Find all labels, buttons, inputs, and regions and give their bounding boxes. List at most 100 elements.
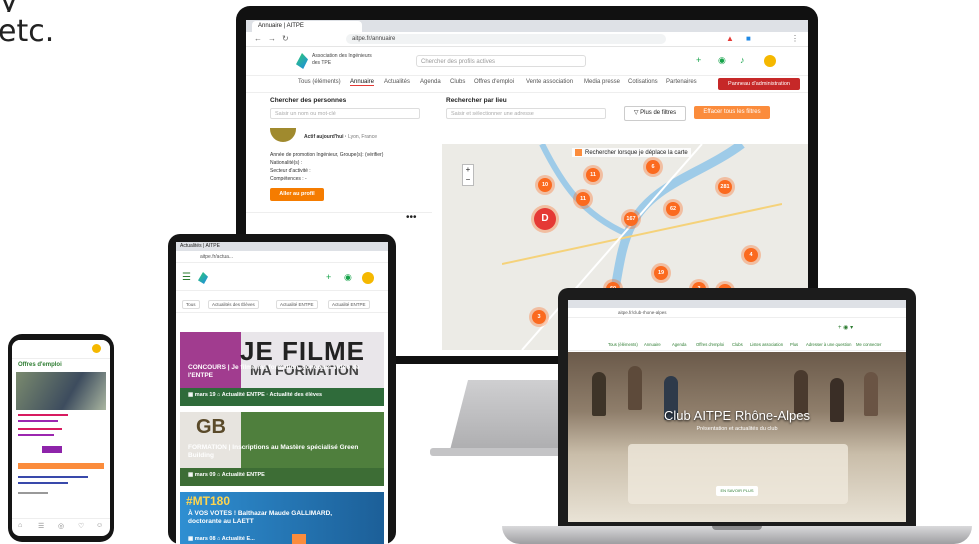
- extension-icon-2[interactable]: ■: [746, 32, 751, 46]
- heart-icon[interactable]: ♡: [78, 522, 84, 530]
- extension-icon[interactable]: ▲: [726, 32, 734, 46]
- location-icon[interactable]: ◉: [718, 55, 726, 66]
- job-item-line[interactable]: [18, 476, 88, 478]
- header-icons[interactable]: + ◉ ▾: [838, 324, 853, 331]
- phone-action-bar[interactable]: [18, 463, 104, 469]
- menu-item[interactable]: Clubs: [732, 342, 743, 347]
- menu-item[interactable]: Listes association: [750, 342, 783, 347]
- tablet-screen: Actualités | AITPE aitpe.fr/actua... ☰ +…: [176, 242, 388, 544]
- menu-item[interactable]: Annuaire: [644, 342, 661, 347]
- jobs-image: [16, 372, 106, 410]
- menu-item[interactable]: Partenaires: [666, 79, 697, 85]
- zoom-control[interactable]: + −: [462, 164, 474, 186]
- news-card[interactable]: JE FILME MA FORMATION CONCOURS | Je film…: [180, 332, 384, 406]
- avatar[interactable]: [764, 55, 776, 67]
- browser-tab-bar: Annuaire | AITPE: [246, 20, 808, 32]
- profile-icon[interactable]: ☺: [96, 522, 103, 529]
- news-tags: Actualité ENTPE · Actualité des élèves: [221, 392, 323, 398]
- menu-item[interactable]: Tous (éléments): [608, 342, 638, 347]
- map-cluster[interactable]: 11: [586, 168, 600, 182]
- news-card[interactable]: #MT180 À VOS VOTES ! Balthazar Maude GAL…: [180, 492, 384, 544]
- people-search-input[interactable]: Saisir un nom ou mot-clé: [270, 108, 420, 119]
- menu-item[interactable]: Agenda: [672, 342, 686, 347]
- scroll-to-top-button[interactable]: [292, 534, 306, 544]
- filter-chip[interactable]: Actualité ENTPE: [328, 300, 370, 309]
- news-title[interactable]: FORMATION | Inscriptions au Mastère spéc…: [188, 444, 363, 460]
- hamburger-icon[interactable]: ☰: [182, 272, 191, 283]
- map-cluster[interactable]: 6: [646, 160, 660, 174]
- url-field[interactable]: aitpe.fr/annuaire: [346, 34, 666, 44]
- menu-item[interactable]: Media presse: [584, 79, 620, 85]
- avatar[interactable]: [92, 344, 101, 353]
- menu-item[interactable]: Actualités: [384, 79, 410, 85]
- club-hero-image: [568, 352, 906, 522]
- avatar[interactable]: [362, 272, 374, 284]
- forward-icon[interactable]: →: [268, 32, 276, 46]
- map-cluster[interactable]: 4: [744, 248, 758, 262]
- phone-filter-button[interactable]: [42, 446, 62, 453]
- job-link-line[interactable]: [18, 434, 54, 436]
- news-title[interactable]: À VOS VOTES ! Balthazar Maude GALLIMARD,…: [188, 510, 363, 526]
- more-options-icon[interactable]: •••: [406, 212, 417, 223]
- menu-item[interactable]: Adresser à une question: [806, 342, 851, 347]
- aitpe-logo[interactable]: [198, 272, 208, 284]
- bell-icon[interactable]: ◉: [344, 272, 352, 283]
- phone-screen: Offres d'emploi ⌂ ☰ ◎ ♡ ☺: [12, 340, 110, 536]
- location-icon[interactable]: ◎: [58, 522, 64, 530]
- more-filters-button[interactable]: ▽ Plus de filtres: [624, 106, 686, 121]
- menu-item-annuaire[interactable]: Annuaire: [350, 79, 375, 86]
- search-on-move-checkbox[interactable]: Rechercher lorsque je déplace la carte: [572, 148, 691, 158]
- menu-item[interactable]: Clubs: [450, 79, 465, 85]
- news-date: mars 09: [194, 472, 216, 478]
- filter-chip[interactable]: Actualité ENTPE: [276, 300, 318, 309]
- news-meta: ▦ mars 09 ⌂ Actualité ENTPE: [188, 472, 265, 478]
- clear-filters-button[interactable]: Effacer tous les filtres: [694, 106, 770, 119]
- map-cluster[interactable]: 62: [666, 202, 680, 216]
- map-cluster[interactable]: 167: [624, 212, 638, 226]
- menu-item[interactable]: Vente association: [526, 79, 573, 85]
- menu-dots-icon[interactable]: ⋮: [791, 32, 799, 46]
- menu-item[interactable]: Tous (éléments): [298, 79, 341, 85]
- laptop-url-field[interactable]: aitpe.fr/club-rhone-alpes: [568, 308, 906, 318]
- menu-item[interactable]: Agenda: [420, 79, 441, 85]
- map-cluster[interactable]: 3: [532, 310, 546, 324]
- go-to-profile-button[interactable]: Aller au profil: [270, 188, 324, 201]
- map-cluster[interactable]: 281: [718, 180, 732, 194]
- admin-panel-button[interactable]: Panneau d'administration: [718, 78, 800, 90]
- reload-icon[interactable]: ↻: [282, 32, 289, 46]
- job-link-line[interactable]: [18, 428, 62, 430]
- map-cluster[interactable]: 19: [654, 266, 668, 280]
- menu-item[interactable]: Plus: [790, 342, 798, 347]
- map-cluster-selected[interactable]: D: [534, 208, 556, 230]
- news-card[interactable]: GB FORMATION | Inscriptions au Mastère s…: [180, 412, 384, 486]
- job-link-line[interactable]: [18, 420, 58, 422]
- map-cluster[interactable]: 11: [576, 192, 590, 206]
- list-icon[interactable]: ☰: [38, 522, 44, 530]
- learn-more-button[interactable]: EN SAVOIR PLUS: [716, 486, 758, 496]
- intro-line-2: etc.: [0, 14, 55, 49]
- search-input[interactable]: Chercher des profils actives: [416, 55, 586, 67]
- map-cluster[interactable]: 10: [538, 178, 552, 192]
- menu-item[interactable]: Me connecter: [856, 342, 881, 347]
- browser-tab[interactable]: Annuaire | AITPE: [252, 21, 362, 32]
- filter-chip[interactable]: Actualités des Élèves: [208, 300, 259, 309]
- home-icon[interactable]: ⌂: [18, 522, 22, 529]
- back-icon[interactable]: ←: [254, 32, 262, 46]
- profile-promo: Année de promotion Ingénieur, Groupe(s):…: [270, 152, 384, 158]
- aitpe-logo[interactable]: [296, 53, 308, 69]
- menu-item[interactable]: Cotisations: [628, 79, 658, 85]
- news-title[interactable]: CONCOURS | Je filme ma formation, concou…: [188, 364, 363, 380]
- add-icon[interactable]: +: [326, 272, 331, 282]
- job-item-line[interactable]: [18, 482, 68, 484]
- browser-address-bar: ← → ↻ aitpe.fr/annuaire ▲ ■ ⋮: [246, 32, 808, 47]
- tablet-url-field[interactable]: aitpe.fr/actua...: [176, 251, 388, 263]
- place-search-input[interactable]: Saisir et sélectionner une adresse: [446, 108, 606, 119]
- filter-chip[interactable]: Tous: [182, 300, 200, 309]
- menu-item[interactable]: Offres d'emploi: [696, 342, 724, 347]
- job-link-line[interactable]: [18, 414, 68, 416]
- laptop-site-header: + ◉ ▾: [568, 318, 906, 340]
- bell-icon[interactable]: ♪: [740, 55, 745, 65]
- menu-item[interactable]: Offres d'emploi: [474, 79, 514, 85]
- add-icon[interactable]: +: [696, 55, 701, 65]
- tablet-tab[interactable]: Actualités | AITPE: [176, 242, 388, 251]
